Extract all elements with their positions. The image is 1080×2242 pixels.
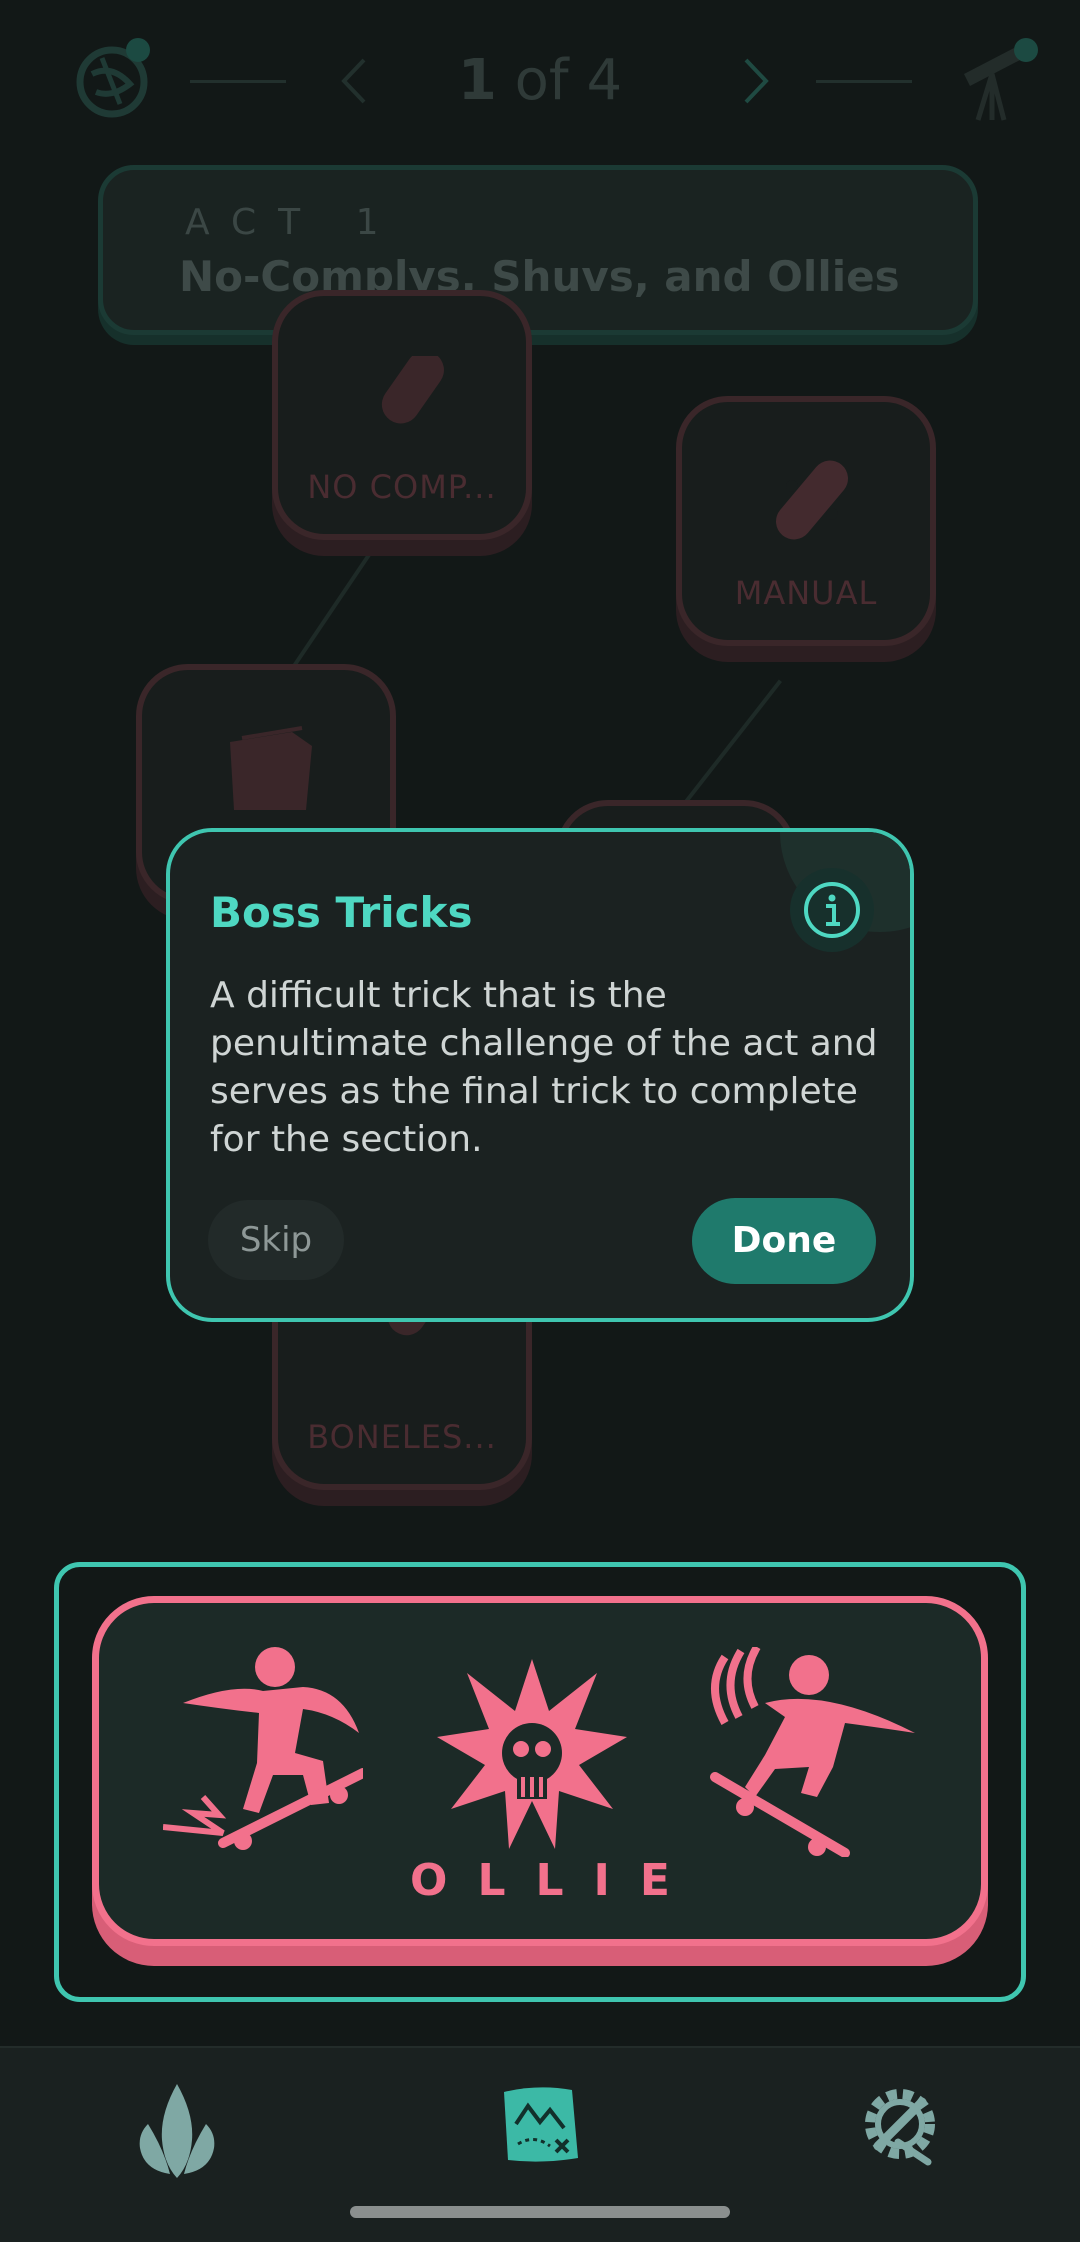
skater-landing-icon xyxy=(710,1647,915,1857)
act-banner: ACT 1 No-Complys, Shuvs, and Ollies xyxy=(98,165,978,335)
skateboard-icon xyxy=(358,351,458,456)
info-button[interactable] xyxy=(790,868,874,952)
flame-icon[interactable] xyxy=(134,2084,220,2180)
info-icon xyxy=(804,882,860,938)
act-number: ACT 1 xyxy=(185,202,401,243)
boss-trick-label: OLLIE xyxy=(410,1855,700,1906)
nebula-icon[interactable] xyxy=(72,34,162,124)
next-arrow-icon[interactable] xyxy=(736,56,776,106)
skip-button[interactable]: Skip xyxy=(208,1200,344,1280)
trick-node-manual[interactable]: MANUAL xyxy=(676,396,936,646)
pager-current: 1 xyxy=(457,48,497,113)
pager-of: of xyxy=(514,48,569,113)
page-indicator: 1 of 4 xyxy=(330,48,750,118)
done-button[interactable]: Done xyxy=(692,1198,876,1284)
skull-burst-icon xyxy=(437,1659,627,1849)
divider-right xyxy=(816,80,912,83)
trick-label: BONELES... xyxy=(307,1418,497,1456)
pager-total: 4 xyxy=(586,48,623,113)
boss-tricks-dialog: Boss Tricks A difficult trick that is th… xyxy=(166,828,914,1322)
treasure-map-icon[interactable] xyxy=(498,2084,582,2164)
trick-node-no-comply[interactable]: NO COMP... xyxy=(272,290,532,540)
telescope-icon[interactable] xyxy=(956,34,1046,124)
skater-pop-icon xyxy=(163,1647,363,1850)
dialog-body: A difficult trick that is the penultimat… xyxy=(210,975,878,1160)
trick-label: NO COMP... xyxy=(307,468,497,506)
home-indicator[interactable] xyxy=(350,2206,730,2218)
top-bar: 1 of 4 xyxy=(0,0,1080,160)
boss-trick-card[interactable]: OLLIE xyxy=(92,1596,988,1946)
gear-wrench-icon[interactable] xyxy=(858,2082,942,2166)
path-connector xyxy=(680,679,782,809)
divider-left xyxy=(190,80,286,83)
skateboard-icon xyxy=(762,450,862,550)
act-title: No-Complys, Shuvs, and Ollies xyxy=(179,252,900,301)
trick-label: MANUAL xyxy=(734,574,878,612)
dialog-title: Boss Tricks xyxy=(210,888,473,937)
folder-icon xyxy=(222,718,322,818)
